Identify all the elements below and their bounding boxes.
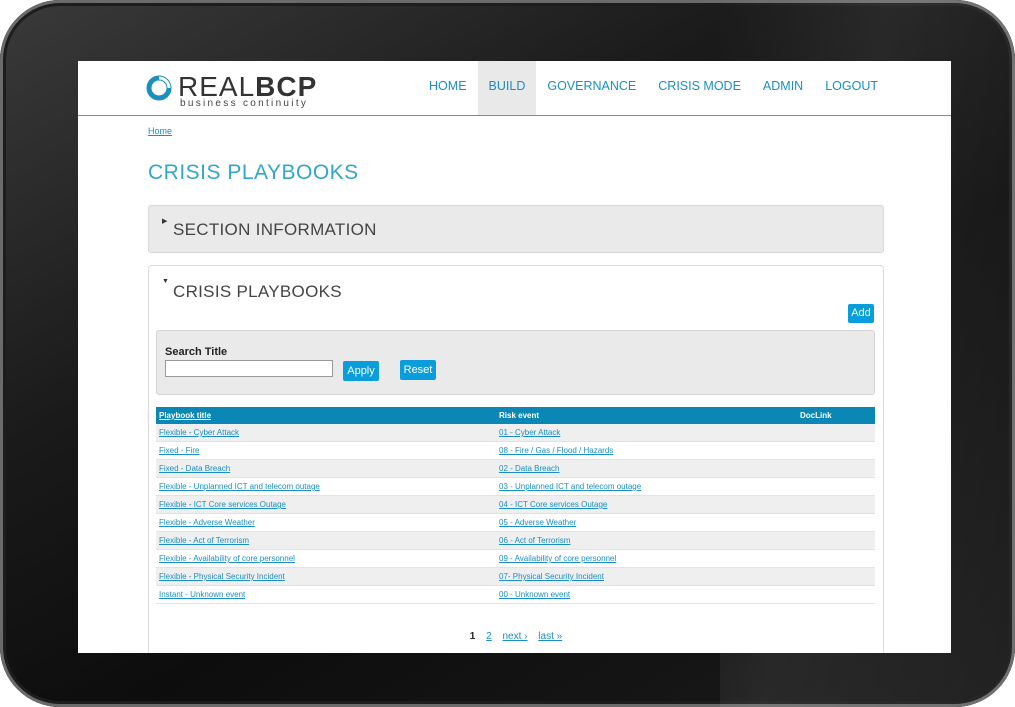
- risk-event-link[interactable]: 03 - Unplanned ICT and telecom outage: [499, 482, 641, 491]
- section-information-title: SECTION INFORMATION: [173, 220, 377, 239]
- playbook-title-cell: Instant - Unknown event: [156, 585, 496, 604]
- apply-button[interactable]: Apply: [343, 361, 379, 381]
- playbook-title-link[interactable]: Flexible - Physical Security Incident: [159, 572, 285, 581]
- table-row: Flexible - Adverse Weather 05 - Adverse …: [156, 513, 875, 532]
- risk-event-link[interactable]: 05 - Adverse Weather: [499, 518, 576, 527]
- crisis-playbooks-panel: ▼ CRISIS PLAYBOOKS Add Search Title Appl…: [148, 265, 884, 653]
- risk-event-cell: 09 - Availability of core personnel: [496, 549, 797, 568]
- header-doclink: DocLink: [797, 407, 875, 424]
- main-nav: HOME BUILD GOVERNANCE CRISIS MODE ADMIN …: [418, 61, 889, 115]
- playbook-title-link[interactable]: Instant - Unknown event: [159, 590, 245, 599]
- doclink-cell: [797, 459, 875, 478]
- nav-item-crisis-mode[interactable]: CRISIS MODE: [647, 61, 752, 115]
- logo-ring-icon: [146, 75, 172, 101]
- risk-event-cell: 07- Physical Security Incident: [496, 567, 797, 586]
- playbook-title-link[interactable]: Flexible - ICT Core services Outage: [159, 500, 286, 509]
- pager-page-2-link[interactable]: 2: [486, 631, 492, 642]
- playbook-title-cell: Fixed - Fire: [156, 441, 496, 460]
- header-playbook-title[interactable]: Playbook title: [156, 407, 496, 424]
- playbook-title-cell: Flexible - Cyber Attack: [156, 424, 496, 442]
- doclink-cell: [797, 424, 875, 442]
- risk-event-link[interactable]: 01 - Cyber Attack: [499, 428, 560, 437]
- section-information-panel[interactable]: ▶ SECTION INFORMATION: [148, 205, 884, 253]
- risk-event-link[interactable]: 00 - Unknown event: [499, 590, 570, 599]
- playbook-title-link[interactable]: Flexible - Act of Terrorism: [159, 536, 249, 545]
- risk-event-link[interactable]: 07- Physical Security Incident: [499, 572, 604, 581]
- doclink-cell: [797, 441, 875, 460]
- logo-tagline: business continuity: [180, 98, 309, 109]
- page-title: CRISIS PLAYBOOKS: [148, 161, 359, 184]
- playbook-title-cell: Flexible - Adverse Weather: [156, 513, 496, 532]
- risk-event-cell: 03 - Unplanned ICT and telecom outage: [496, 477, 797, 496]
- doclink-cell: [797, 549, 875, 568]
- table-row: Flexible - Unplanned ICT and telecom out…: [156, 477, 875, 496]
- table-row: Flexible - Cyber Attack 01 - Cyber Attac…: [156, 424, 875, 442]
- pager-last-link[interactable]: last »: [538, 631, 562, 642]
- doclink-cell: [797, 567, 875, 586]
- nav-item-logout[interactable]: LOGOUT: [814, 61, 889, 115]
- doclink-cell: [797, 585, 875, 604]
- risk-event-link[interactable]: 04 - ICT Core services Outage: [499, 500, 607, 509]
- nav-item-build[interactable]: BUILD: [477, 61, 537, 115]
- add-button[interactable]: Add: [848, 304, 874, 323]
- playbooks-table: Playbook title Risk event DocLink Flexib…: [156, 407, 875, 604]
- playbook-title-link[interactable]: Flexible - Cyber Attack: [159, 428, 239, 437]
- risk-event-link[interactable]: 02 - Data Breach: [499, 464, 559, 473]
- table-row: Fixed - Data Breach 02 - Data Breach: [156, 459, 875, 478]
- playbook-title-link[interactable]: Flexible - Adverse Weather: [159, 518, 255, 527]
- reset-button[interactable]: Reset: [400, 360, 436, 380]
- risk-event-cell: 05 - Adverse Weather: [496, 513, 797, 532]
- risk-event-link[interactable]: 06 - Act of Terrorism: [499, 536, 570, 545]
- table-row: Flexible - ICT Core services Outage 04 -…: [156, 495, 875, 514]
- pager-next-link[interactable]: next ›: [502, 631, 527, 642]
- risk-event-link[interactable]: 08 - Fire / Gas / Flood / Hazards: [499, 446, 613, 455]
- header-risk-event: Risk event: [496, 407, 797, 424]
- breadcrumb-home-link[interactable]: Home: [148, 126, 172, 136]
- doclink-cell: [797, 495, 875, 514]
- doclink-cell: [797, 477, 875, 496]
- pager-current-page: 1: [469, 631, 476, 642]
- search-title-label: Search Title: [165, 346, 228, 358]
- risk-event-cell: 08 - Fire / Gas / Flood / Hazards: [496, 441, 797, 460]
- site-logo[interactable]: REALBCP business continuity: [146, 71, 346, 109]
- nav-item-home[interactable]: HOME: [418, 61, 478, 115]
- expanded-triangle-icon[interactable]: ▼: [162, 278, 169, 285]
- pagination: 1 2 next › last »: [149, 631, 883, 642]
- table-row: Instant - Unknown event 00 - Unknown eve…: [156, 585, 875, 604]
- playbook-title-link[interactable]: Flexible - Unplanned ICT and telecom out…: [159, 482, 320, 491]
- table-header-row: Playbook title Risk event DocLink: [156, 407, 875, 424]
- table-row: Flexible - Act of Terrorism 06 - Act of …: [156, 531, 875, 550]
- playbook-title-cell: Flexible - ICT Core services Outage: [156, 495, 496, 514]
- risk-event-cell: 06 - Act of Terrorism: [496, 531, 797, 550]
- doclink-cell: [797, 531, 875, 550]
- playbook-title-link[interactable]: Fixed - Fire: [159, 446, 199, 455]
- table-row: Flexible - Availability of core personne…: [156, 549, 875, 568]
- risk-event-link[interactable]: 09 - Availability of core personnel: [499, 554, 616, 563]
- playbook-title-link[interactable]: Flexible - Availability of core personne…: [159, 554, 295, 563]
- doclink-cell: [797, 513, 875, 532]
- browser-screen: REALBCP business continuity HOME BUILD G…: [78, 61, 951, 653]
- playbook-title-cell: Fixed - Data Breach: [156, 459, 496, 478]
- collapsed-triangle-icon: ▶: [162, 218, 168, 225]
- playbook-title-cell: Flexible - Physical Security Incident: [156, 567, 496, 586]
- nav-item-admin[interactable]: ADMIN: [752, 61, 814, 115]
- playbook-title-cell: Flexible - Unplanned ICT and telecom out…: [156, 477, 496, 496]
- risk-event-cell: 01 - Cyber Attack: [496, 424, 797, 442]
- nav-item-governance[interactable]: GOVERNANCE: [536, 61, 647, 115]
- search-title-input[interactable]: [165, 360, 333, 377]
- playbook-title-cell: Flexible - Availability of core personne…: [156, 549, 496, 568]
- risk-event-cell: 00 - Unknown event: [496, 585, 797, 604]
- risk-event-cell: 02 - Data Breach: [496, 459, 797, 478]
- playbook-title-link[interactable]: Fixed - Data Breach: [159, 464, 230, 473]
- table-row: Fixed - Fire 08 - Fire / Gas / Flood / H…: [156, 441, 875, 460]
- search-filter-box: Search Title Apply Reset: [156, 330, 875, 395]
- site-header: REALBCP business continuity HOME BUILD G…: [78, 61, 951, 116]
- table-row: Flexible - Physical Security Incident 07…: [156, 567, 875, 586]
- playbook-title-cell: Flexible - Act of Terrorism: [156, 531, 496, 550]
- risk-event-cell: 04 - ICT Core services Outage: [496, 495, 797, 514]
- crisis-playbooks-panel-title[interactable]: CRISIS PLAYBOOKS: [173, 282, 342, 302]
